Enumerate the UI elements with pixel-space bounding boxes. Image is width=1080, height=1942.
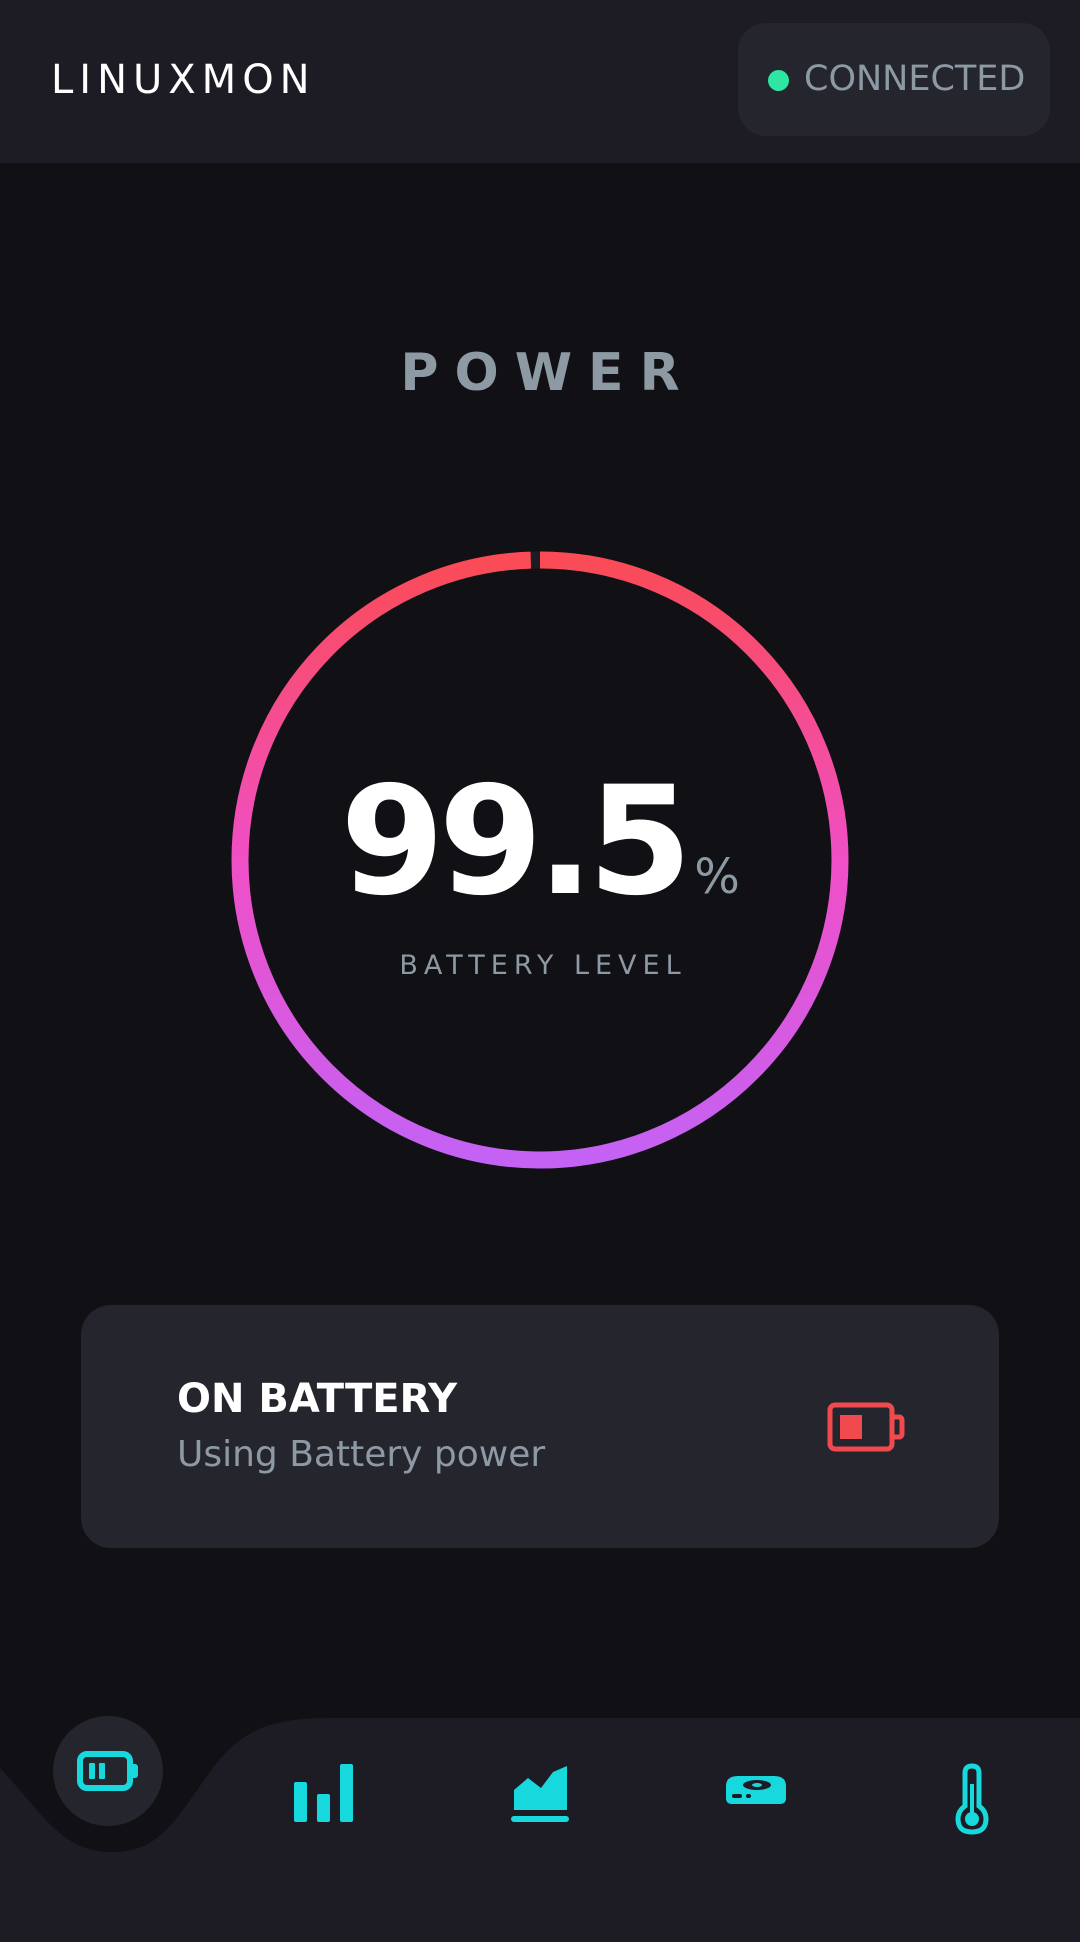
nav-item-storage[interactable] — [710, 1760, 800, 1840]
battery-level-value: 99.5 — [340, 755, 692, 929]
bar-chart-icon — [294, 1764, 353, 1822]
nav-item-temperature[interactable] — [926, 1760, 1016, 1840]
app-title: LINUXMON — [51, 57, 316, 103]
battery-icon — [77, 1751, 138, 1791]
battery-level-label: BATTERY LEVEL — [399, 950, 687, 981]
power-status-subtitle: Using Battery power — [177, 1434, 546, 1475]
power-status-title: ON BATTERY — [177, 1376, 458, 1422]
connection-status-badge[interactable]: CONNECTED — [738, 23, 1050, 136]
power-screen: LINUXMON CONNECTED POWER 99.5% BATTERY L… — [0, 0, 1080, 1942]
battery-level-unit: % — [694, 849, 740, 905]
battery-low-icon — [827, 1402, 905, 1452]
gauge-readout: 99.5% — [230, 762, 850, 922]
thermometer-icon — [955, 1763, 989, 1835]
connection-status-dot — [768, 70, 789, 91]
nav-item-statistics[interactable] — [278, 1760, 368, 1840]
bottom-navigation — [0, 1700, 1080, 1942]
battery-gauge: 99.5% BATTERY LEVEL — [230, 550, 850, 1170]
nav-item-usage[interactable] — [495, 1760, 585, 1840]
connection-status-label: CONNECTED — [804, 59, 1026, 99]
app-header: LINUXMON CONNECTED — [0, 0, 1080, 163]
area-chart-icon — [511, 1766, 569, 1822]
page-title: POWER — [400, 343, 696, 403]
hard-drive-icon — [726, 1776, 786, 1804]
nav-item-battery[interactable] — [64, 1732, 154, 1812]
power-status-card: ON BATTERY Using Battery power — [81, 1305, 999, 1548]
